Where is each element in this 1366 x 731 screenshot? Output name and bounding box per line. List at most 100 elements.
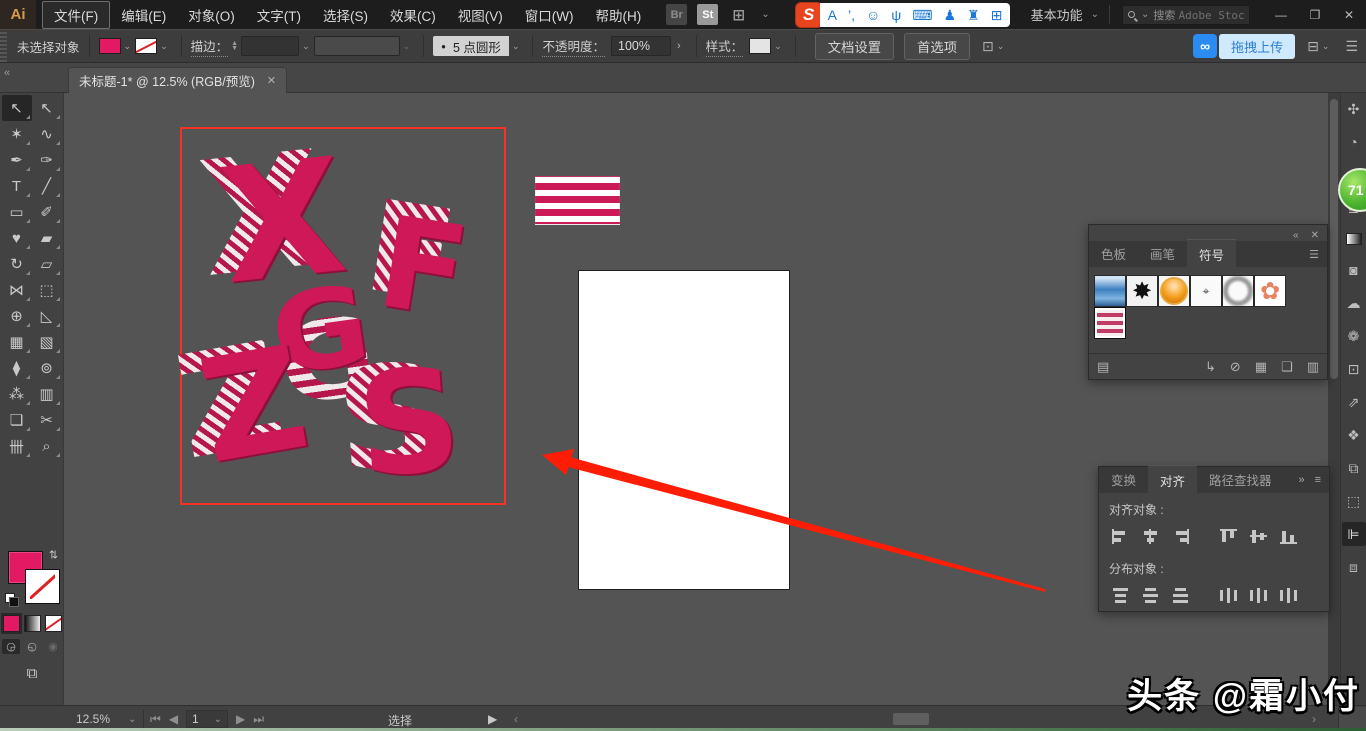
last-artboard-icon[interactable]: ⏭ [253,712,264,727]
options-menu-icon[interactable]: ☰ [1345,38,1358,55]
change-screen-mode-button[interactable]: ⧉ [0,665,64,682]
place-symbol-icon[interactable]: ↳ [1205,359,1216,375]
tab-色板[interactable]: 色板 [1089,239,1138,269]
align-v-center-button[interactable] [1245,524,1271,548]
status-expand-icon[interactable]: ▶ [488,712,497,726]
soft-keyboard-icon[interactable]: ⌨ [912,8,932,22]
stroke-color-swatch[interactable] [135,38,157,54]
style-label[interactable]: 样式： [706,36,744,57]
menu-item[interactable]: 视图(V) [447,2,514,28]
skin-icon[interactable]: ♜ [967,8,980,22]
fill-color-swatch[interactable] [99,38,121,54]
stroke-weight-label[interactable]: 描边： [191,36,229,57]
align-more-icon[interactable]: » [1298,474,1304,486]
perspective-grid-tool[interactable]: ◺ [32,303,62,329]
eyedropper-tool[interactable]: ⧫ [2,355,32,381]
punctuation-icon[interactable]: ’, [848,8,855,22]
scale-tool[interactable]: ▱ [32,251,62,277]
line-segment-tool[interactable]: ╱ [32,173,62,199]
slice-tool[interactable]: ✂ [32,407,62,433]
bridge-icon[interactable]: Br [666,4,687,25]
artboards-panel-icon[interactable]: ⧉ [1342,456,1366,480]
layout-icon[interactable]: ⊞ [728,4,749,25]
align-bottom-button[interactable] [1275,524,1301,548]
opacity-input[interactable]: 100% [611,36,671,56]
dist-top-button[interactable] [1107,583,1133,607]
gradient-mode-button[interactable] [24,615,41,632]
eraser-tool[interactable]: ▰ [32,225,62,251]
none-mode-button[interactable] [45,615,62,632]
symbol-striped-rect[interactable] [1094,307,1126,339]
symbols-panel-icon[interactable]: ❁ [1342,324,1366,348]
paintbrush-tool[interactable]: ✐ [32,199,62,225]
arrange-chevron-icon[interactable]: ⌄ [1322,41,1330,52]
color-guide-icon[interactable]: ◔ [1342,130,1366,154]
touch-workspace-chevron-icon[interactable]: ⌄ [997,41,1005,52]
symbol-blue-banner[interactable] [1094,275,1126,307]
toolbox-icon[interactable]: ⊞ [991,8,1003,22]
gradient-panel-icon[interactable] [1346,233,1362,245]
width-tool[interactable]: ⋈ [2,277,32,303]
first-artboard-icon[interactable]: ⏮ [150,712,161,727]
symbol-ink-splat[interactable]: ✸ [1126,275,1158,307]
layers-panel-icon[interactable]: ❖ [1342,423,1366,447]
color-panel-icon[interactable]: ✣ [1342,97,1366,121]
panel-collapse-icon[interactable]: « [1293,230,1299,241]
symbols-menu-icon[interactable]: ☰ [1309,248,1319,261]
artboard-tool[interactable]: ❏ [2,407,32,433]
baidu-netdisk-icon[interactable]: ∞ [1193,34,1217,58]
arrange-documents-icon[interactable]: ⊟ [1307,38,1319,55]
horizontal-scrollbar-thumb[interactable] [893,713,929,725]
draw-behind-button[interactable]: ◵ [23,639,41,654]
menu-item[interactable]: 帮助(H) [584,2,652,28]
rotate-tool[interactable]: ↻ [2,251,32,277]
swap-fill-stroke-icon[interactable]: ⇄ [47,550,60,559]
fill-chevron-icon[interactable]: ⌄ [124,41,132,52]
shape-builder-tool[interactable]: ⊕ [2,303,32,329]
stock-search-input[interactable]: ⌄ 搜索 Adobe Stock [1122,5,1250,25]
collapse-toolbar-icon[interactable]: « [4,67,10,79]
draw-normal-button[interactable]: ◶ [2,639,20,654]
align-panel-icon[interactable]: ⊫ [1342,522,1366,546]
menu-item[interactable]: 文件(F) [42,1,110,29]
close-button[interactable]: ✕ [1332,0,1366,29]
curvature-tool[interactable]: ✑ [32,147,62,173]
mesh-tool[interactable]: ▦ [2,329,32,355]
new-symbol-icon[interactable]: ❏ [1281,359,1293,375]
stroke-weight-input[interactable] [241,36,299,56]
direct-selection-tool[interactable]: ↖ [32,95,62,121]
menu-item[interactable]: 对象(O) [177,2,246,28]
stroke-chevron-icon[interactable]: ⌄ [160,41,168,52]
break-link-icon[interactable]: ⊘ [1230,359,1241,375]
striped-rectangle-object[interactable] [535,176,620,225]
align-left-button[interactable] [1107,524,1133,548]
gradient-tool[interactable]: ▧ [32,329,62,355]
ime-mode-icon[interactable]: A [828,8,837,22]
rectangle-tool[interactable]: ▭ [2,199,32,225]
voice-icon[interactable]: ψ [891,8,901,22]
align-top-button[interactable] [1215,524,1241,548]
menu-item[interactable]: 效果(C) [379,2,447,28]
brush-definition-select[interactable]: ● 5 点圆形 [433,36,509,56]
align-h-center-button[interactable] [1137,524,1163,548]
tab-对齐[interactable]: 对齐 [1148,465,1197,496]
lasso-tool[interactable]: ∿ [32,121,62,147]
panel-grip[interactable] [0,30,7,62]
color-mode-button[interactable] [3,615,20,632]
menu-item[interactable]: 窗口(W) [514,2,585,28]
dist-right-button[interactable] [1275,583,1301,607]
minimize-button[interactable]: — [1264,0,1298,29]
symbol-smoke-ring[interactable] [1222,275,1254,307]
canvas-area[interactable]: XXFFGGZZSS [64,93,1328,705]
menu-item[interactable]: 文字(T) [246,2,312,28]
stroke-color-indicator[interactable] [26,570,59,603]
style-chevron-icon[interactable]: ⌄ [774,41,782,52]
dist-h-center-button[interactable] [1245,583,1271,607]
dist-v-center-button[interactable] [1137,583,1163,607]
pen-tool[interactable]: ✒ [2,147,32,173]
cc-libraries-icon[interactable]: ☁ [1342,291,1366,315]
free-transform-tool[interactable]: ⬚ [32,277,62,303]
tab-画笔[interactable]: 画笔 [1138,239,1187,269]
hand-tool[interactable]: 卌 [2,433,32,459]
drag-upload-button[interactable]: 拖拽上传 [1219,34,1295,59]
